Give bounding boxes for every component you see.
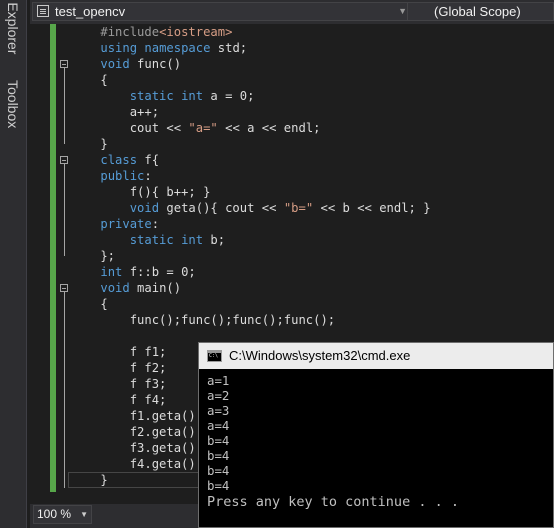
console-line: b=4 — [207, 448, 230, 463]
console-line: a=4 — [207, 418, 230, 433]
fold-toggle-class[interactable] — [60, 156, 68, 164]
fold-line — [64, 292, 65, 488]
code-line[interactable]: void func() — [71, 56, 431, 72]
code-line[interactable]: } — [71, 136, 431, 152]
code-line[interactable]: cout << "a=" << a << endl; — [71, 120, 431, 136]
code-line[interactable]: class f{ — [71, 152, 431, 168]
code-line[interactable]: f(){ b++; } — [71, 184, 431, 200]
chevron-down-icon: ▼ — [398, 6, 407, 16]
fold-toggle-main[interactable] — [60, 284, 68, 292]
console-line: b=4 — [207, 433, 230, 448]
zoom-dropdown[interactable]: 100 % ▼ — [33, 505, 92, 524]
code-file-icon — [37, 5, 49, 17]
console-line: a=3 — [207, 403, 230, 418]
fold-toggle-func[interactable] — [60, 60, 68, 68]
console-window[interactable]: C:\Windows\system32\cmd.exe a=1a=2a=3a=4… — [198, 342, 554, 528]
console-line: a=2 — [207, 388, 230, 403]
console-prompt: Press any key to continue . . . — [207, 494, 459, 510]
scope-dropdown[interactable]: (Global Scope) — [407, 2, 554, 21]
code-line[interactable]: { — [71, 72, 431, 88]
code-line[interactable]: void main() — [71, 280, 431, 296]
fold-line — [64, 68, 65, 144]
code-line[interactable]: private: — [71, 216, 431, 232]
project-dropdown-label: test_opencv — [55, 4, 126, 19]
console-line: b=4 — [207, 463, 230, 478]
zoom-level: 100 % — [37, 507, 72, 521]
console-icon — [207, 350, 222, 362]
code-line[interactable]: using namespace std; — [71, 40, 431, 56]
change-tracking-bar — [50, 24, 56, 492]
console-line: b=4 — [207, 478, 230, 493]
code-line[interactable]: #include<iostream> — [71, 24, 431, 40]
code-line[interactable]: a++; — [71, 104, 431, 120]
code-line[interactable]: void geta(){ cout << "b=" << b << endl; … — [71, 200, 431, 216]
line-gutter — [30, 24, 52, 504]
console-title-bar[interactable]: C:\Windows\system32\cmd.exe — [199, 343, 553, 369]
project-dropdown[interactable]: test_opencv ▼ — [32, 2, 412, 21]
side-tool-panel: er Explorer Toolbox — [0, 0, 27, 528]
tab-toolbox[interactable]: Toolbox — [2, 80, 24, 128]
chevron-down-icon: ▼ — [80, 510, 88, 519]
code-line[interactable]: int f::b = 0; — [71, 264, 431, 280]
code-line[interactable]: func();func();func();func(); — [71, 312, 431, 328]
code-line[interactable]: { — [71, 296, 431, 312]
fold-line — [64, 164, 65, 256]
tab-solution-explorer[interactable]: er Explorer — [2, 0, 24, 54]
code-line[interactable]: public: — [71, 168, 431, 184]
console-line: a=1 — [207, 373, 230, 388]
scope-dropdown-label: (Global Scope) — [434, 4, 521, 19]
code-line[interactable]: static int a = 0; — [71, 88, 431, 104]
navigation-bar: test_opencv ▼ (Global Scope) — [30, 0, 554, 24]
console-output: a=1 a=2 a=3 a=4 b=4 b=4 b=4 b=4 Press any key to… — [207, 373, 459, 510]
code-line[interactable]: static int b; — [71, 232, 431, 248]
console-title: C:\Windows\system32\cmd.exe — [229, 348, 411, 363]
code-line[interactable]: }; — [71, 248, 431, 264]
